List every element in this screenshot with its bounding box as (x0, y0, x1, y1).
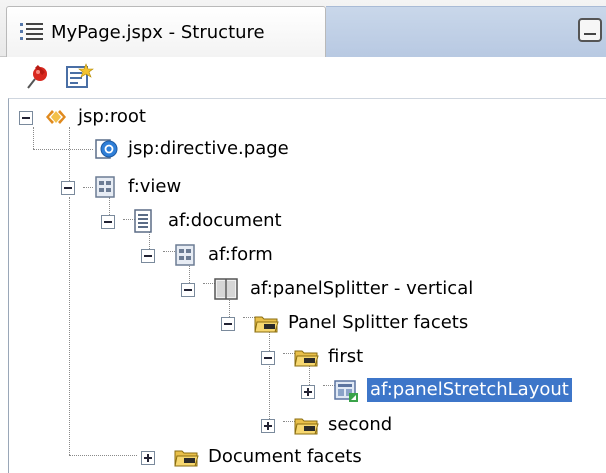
directive-icon (95, 139, 118, 159)
structure-icon (20, 23, 43, 40)
tree-node-jsp-root[interactable]: jsp:root (9, 103, 309, 133)
collapse-toggle[interactable] (221, 317, 235, 331)
tree-node-label: jsp:root (78, 106, 146, 127)
tree-node-af-panel-stretch-layout[interactable]: af:panelStretchLayout (9, 377, 606, 407)
jsp-root-icon (46, 110, 66, 124)
tree-node-label: Panel Splitter facets (288, 312, 469, 333)
structure-tab[interactable]: MyPage.jspx - Structure (6, 6, 326, 57)
collapse-toggle[interactable] (181, 283, 195, 297)
tree-node-af-document[interactable]: af:document (9, 207, 329, 237)
view-icon (95, 176, 115, 198)
document-icon (134, 209, 152, 233)
tree-node-label: af:panelStretchLayout (367, 378, 572, 402)
expand-toggle[interactable] (261, 419, 275, 433)
panel-splitter-icon (214, 278, 238, 300)
tree-node-label: first (328, 346, 364, 367)
tree-node-document-facets[interactable]: Document facets (9, 445, 409, 473)
expand-toggle[interactable] (301, 385, 315, 399)
tree-node-label: af:panelSplitter - vertical (250, 278, 474, 299)
tree-node-jsp-directive-page[interactable]: jsp:directive.page (9, 137, 329, 167)
collapse-toggle[interactable] (101, 215, 115, 229)
tree-node-f-view[interactable]: f:view (9, 173, 229, 203)
collapse-toggle[interactable] (141, 249, 155, 263)
tree-node-label: second (328, 414, 393, 435)
tab-strip-background (326, 6, 606, 57)
tree-node-label: jsp:directive.page (128, 138, 289, 159)
folder-icon (294, 418, 319, 435)
tree-node-label: Document facets (208, 446, 362, 467)
new-property-icon[interactable] (64, 62, 94, 92)
folder-icon (254, 316, 279, 333)
collapse-toggle[interactable] (61, 181, 75, 195)
expand-toggle[interactable] (141, 451, 155, 465)
form-icon (175, 244, 195, 266)
collapse-toggle[interactable] (261, 351, 275, 365)
collapse-toggle[interactable] (19, 111, 33, 125)
tree-node-label: af:form (208, 244, 273, 265)
tree-node-panel-splitter-facets[interactable]: Panel Splitter facets (9, 309, 509, 339)
folder-icon (294, 350, 319, 367)
folder-icon (174, 450, 199, 467)
tree-node-first[interactable]: first (9, 343, 409, 373)
tree-node-label: f:view (128, 176, 182, 197)
structure-tree[interactable]: jsp:root jsp:directive.page f:view af:do… (8, 98, 606, 473)
minimize-button[interactable] (578, 18, 602, 42)
tree-node-af-panel-splitter[interactable]: af:panelSplitter - vertical (9, 275, 509, 305)
panel-stretch-layout-icon (334, 380, 358, 402)
panel-title: MyPage.jspx - Structure (51, 22, 265, 43)
structure-toolbar (0, 58, 606, 98)
panel-header: MyPage.jspx - Structure (0, 0, 606, 57)
tree-node-second[interactable]: second (9, 411, 409, 441)
tree-node-af-form[interactable]: af:form (9, 241, 329, 271)
pin-icon[interactable] (22, 62, 52, 92)
tree-node-label: af:document (168, 210, 282, 231)
